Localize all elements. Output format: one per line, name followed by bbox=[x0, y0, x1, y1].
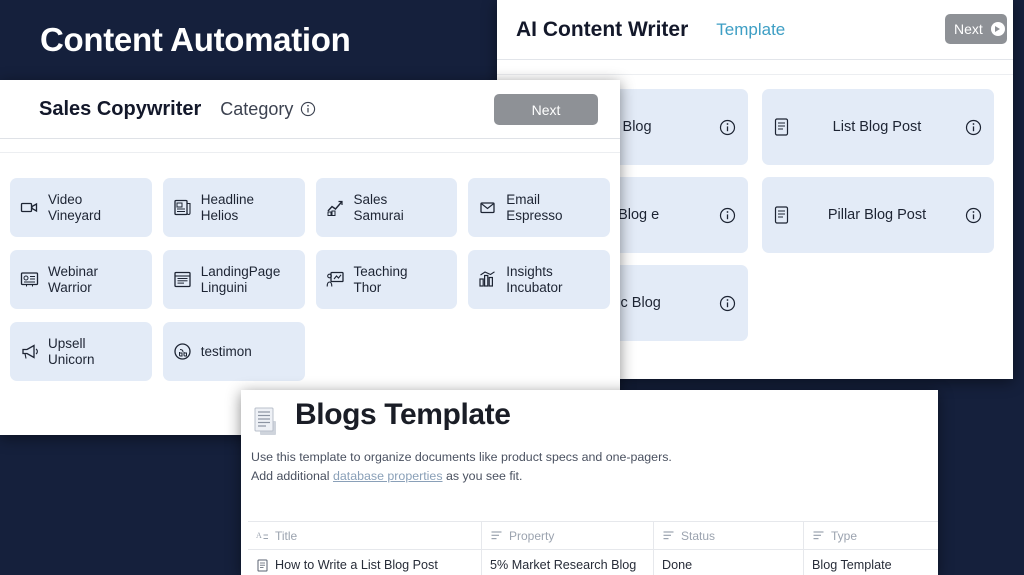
tool-card-label: Video Vineyard bbox=[48, 191, 102, 223]
tool-card-label: Teaching Thor bbox=[353, 263, 408, 295]
bar-chart-icon bbox=[478, 270, 497, 289]
tool-card-insights-incubator[interactable]: Insights Incubator bbox=[468, 250, 610, 309]
tool-card-video-vineyard[interactable]: Video Vineyard bbox=[10, 178, 152, 237]
news-article-icon bbox=[173, 198, 192, 217]
document-icon bbox=[774, 118, 789, 136]
blogs-template-header: Blogs Template bbox=[241, 390, 938, 442]
blogs-template-window: Blogs Template Use this template to orga… bbox=[241, 390, 938, 575]
table-row[interactable]: How to Write a List Blog Post 5% Market … bbox=[248, 550, 938, 575]
tool-card-label: Email Espresso bbox=[506, 191, 563, 223]
tool-card-landingpage-linguini[interactable]: LandingPage Linguini bbox=[162, 250, 305, 309]
tool-card-label: testimon bbox=[200, 343, 252, 359]
sales-panel-header: Sales Copywriter Category Next bbox=[0, 80, 620, 139]
document-icon bbox=[774, 206, 789, 224]
blog-template-card[interactable]: List Blog Post bbox=[762, 89, 994, 165]
info-icon[interactable] bbox=[965, 207, 982, 224]
svg-text:A: A bbox=[256, 531, 262, 540]
megaphone-icon bbox=[20, 342, 39, 361]
blogs-template-description: Use this template to organize documents … bbox=[241, 442, 938, 486]
text-property-icon: A bbox=[256, 529, 269, 542]
tool-card-teaching-thor[interactable]: Teaching Thor bbox=[315, 250, 458, 309]
info-icon[interactable] bbox=[719, 295, 736, 312]
content-automation-banner: Content Automation bbox=[0, 0, 500, 80]
description-suffix: as you see fit. bbox=[442, 468, 523, 483]
info-icon[interactable] bbox=[965, 119, 982, 136]
info-icon[interactable] bbox=[300, 101, 317, 118]
sales-panel-subrule bbox=[0, 139, 620, 153]
tool-card-label: Sales Samurai bbox=[353, 191, 404, 223]
blog-card-label: Pillar Blog Post bbox=[827, 206, 927, 223]
info-icon[interactable] bbox=[719, 207, 736, 224]
sales-next-label: Next bbox=[531, 101, 561, 118]
ai-panel-header: AI Content Writer Template Next bbox=[497, 0, 1013, 60]
sales-next-button[interactable]: Next bbox=[494, 94, 598, 125]
screenshot-stage: Content Automation AI Content Writer Tem… bbox=[0, 0, 1024, 575]
sales-copywriter-window: Sales Copywriter Category Next Video Vin… bbox=[0, 80, 620, 435]
column-header-status[interactable]: Status bbox=[654, 522, 804, 549]
tool-card-upsell-unicorn[interactable]: Upsell Unicorn bbox=[10, 322, 152, 381]
landing-page-icon bbox=[173, 270, 192, 289]
info-icon[interactable] bbox=[719, 119, 736, 136]
ai-next-label: Next bbox=[954, 21, 983, 37]
testimonial-icon bbox=[173, 342, 192, 361]
tool-card-label: Headline Helios bbox=[200, 191, 255, 223]
column-header-title[interactable]: A Title bbox=[248, 522, 482, 549]
ai-app-title: AI Content Writer bbox=[516, 17, 689, 41]
blog-card-label: List Blog Post bbox=[832, 118, 922, 135]
database-properties-link[interactable]: database properties bbox=[333, 469, 443, 483]
sales-app-title: Sales Copywriter bbox=[39, 97, 202, 120]
cell-title[interactable]: How to Write a List Blog Post bbox=[248, 550, 482, 575]
column-header-label: Status bbox=[681, 528, 716, 543]
tool-card-label: Insights Incubator bbox=[506, 263, 563, 295]
table-header-row: A Title Property Status Type bbox=[248, 522, 938, 550]
video-camera-icon bbox=[20, 198, 39, 217]
tool-card-email-espresso[interactable]: Email Espresso bbox=[468, 178, 610, 237]
sales-section-label-text: Category bbox=[220, 98, 294, 119]
blogs-template-table: A Title Property Status Type How to Writ… bbox=[248, 521, 938, 575]
document-stack-icon bbox=[248, 404, 286, 442]
column-header-label: Property bbox=[509, 528, 555, 543]
list-property-icon bbox=[490, 529, 503, 542]
column-header-type[interactable]: Type bbox=[804, 522, 938, 549]
tool-card-label: Webinar Warrior bbox=[48, 263, 99, 295]
description-line-1: Use this template to organize documents … bbox=[251, 450, 672, 464]
tool-card-label: Upsell Unicorn bbox=[48, 335, 95, 367]
arrow-right-circle-icon bbox=[990, 22, 1005, 36]
banner-title: Content Automation bbox=[40, 21, 351, 58]
tool-card-label: LandingPage Linguini bbox=[200, 263, 281, 295]
email-icon bbox=[478, 198, 497, 217]
page-icon bbox=[256, 559, 269, 572]
sales-tool-grid: Video Vineyard Headline Helios Sales Sam… bbox=[0, 153, 620, 381]
tool-card-webinar-warrior[interactable]: Webinar Warrior bbox=[10, 250, 152, 309]
cell-type[interactable]: Blog Template bbox=[804, 550, 938, 575]
ai-next-button[interactable]: Next bbox=[945, 14, 1007, 44]
list-property-icon bbox=[812, 529, 825, 542]
ai-panel-subrule bbox=[497, 60, 1013, 75]
cell-title-text: How to Write a List Blog Post bbox=[275, 558, 438, 572]
description-prefix: Add additional bbox=[251, 468, 333, 483]
blogs-template-title: Blogs Template bbox=[295, 398, 511, 431]
tool-card-sales-samurai[interactable]: Sales Samurai bbox=[315, 178, 458, 237]
cell-status[interactable]: Done bbox=[654, 550, 804, 575]
column-header-label: Type bbox=[831, 528, 858, 543]
teaching-board-icon bbox=[326, 270, 345, 289]
ai-section-label: Template bbox=[716, 19, 786, 39]
column-header-label: Title bbox=[275, 528, 298, 543]
blog-template-card[interactable]: Pillar Blog Post bbox=[762, 177, 994, 253]
cell-property[interactable]: 5% Market Research Blog bbox=[482, 550, 654, 575]
sales-chart-icon bbox=[326, 198, 345, 217]
webinar-screen-icon bbox=[20, 270, 39, 289]
tool-card-headline-helios[interactable]: Headline Helios bbox=[162, 178, 305, 237]
sales-section-label: Category bbox=[220, 99, 317, 120]
column-header-property[interactable]: Property bbox=[482, 522, 654, 549]
tool-card-testimonial[interactable]: testimon bbox=[162, 322, 305, 381]
description-line-2: Add additional database properties as yo… bbox=[251, 467, 938, 486]
list-property-icon bbox=[662, 529, 675, 542]
